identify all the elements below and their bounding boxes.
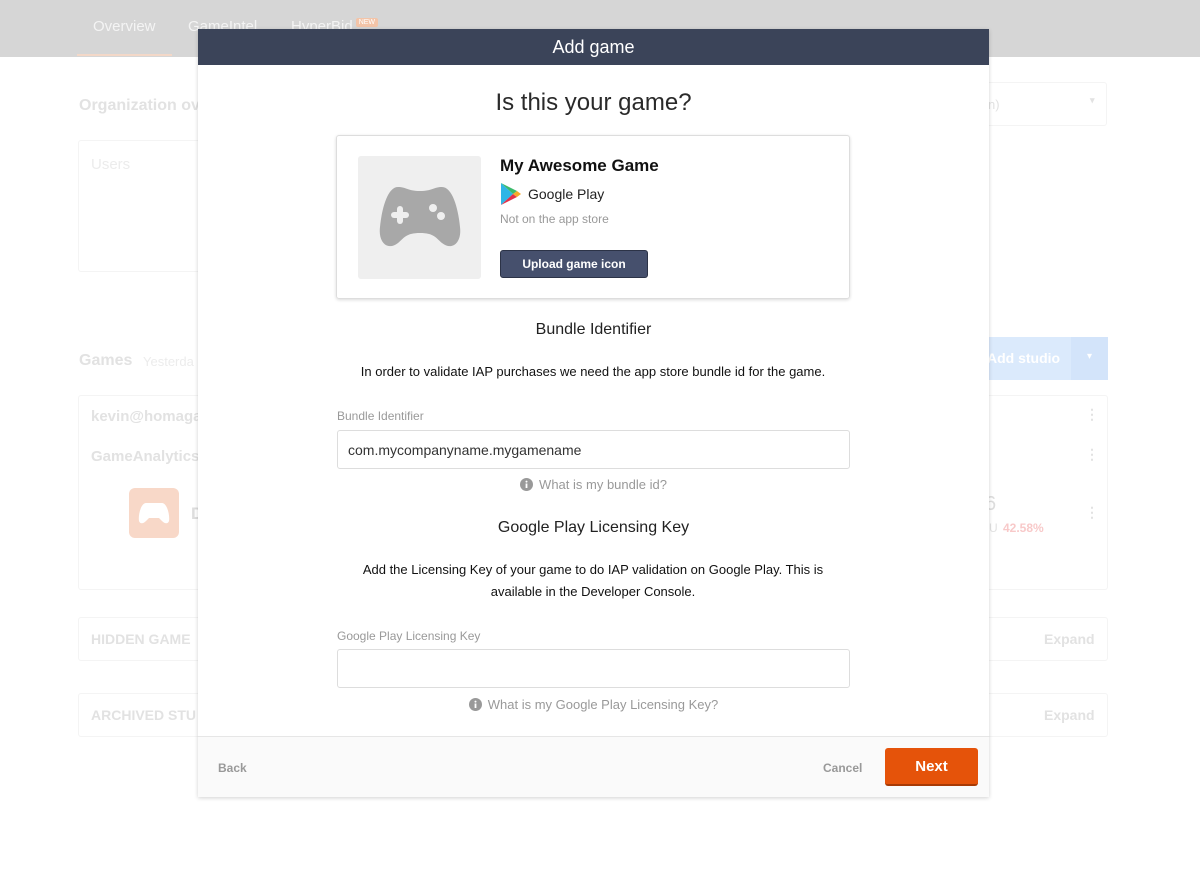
chevron-down-icon: ▾ [1090,95,1095,105]
game-icon [129,488,179,538]
new-badge: NEW [355,18,379,27]
modal-footer: Back Cancel Next [198,736,989,797]
store-status: Not on the app store [500,212,609,226]
bundle-help-text: What is my bundle id? [539,477,667,492]
bundle-section-title: Bundle Identifier [535,321,652,338]
game-name: My Awesome Game [500,156,659,175]
games-title: Games [79,352,133,369]
expand-button[interactable]: Expand [1044,707,1095,723]
upload-game-icon-button[interactable]: Upload game icon [500,250,648,278]
chevron-down-icon[interactable]: ▾ [1071,337,1108,380]
more-icon[interactable]: ⋮ [1085,406,1099,423]
store-name: Google Play [528,186,605,202]
more-icon[interactable]: ⋮ [1085,446,1099,463]
add-game-modal: Add game Is this your game? My Awesome G… [198,29,989,797]
archived-label: ARCHIVED STU [91,707,197,723]
metric-change: 42.58% [1003,521,1044,535]
info-icon [468,698,482,711]
hidden-games-label: HIDDEN GAME [91,631,191,647]
add-studio-button[interactable]: Add studio ▾ [985,337,1108,380]
org-title: Organization ov [79,97,200,114]
list-item[interactable]: GameAnalytics [91,448,199,465]
tab-overview[interactable]: Overview [77,18,172,56]
modal-title: Is this your game? [495,89,692,116]
back-button[interactable]: Back [218,761,247,775]
next-button[interactable]: Next [885,748,978,786]
more-icon[interactable]: ⋮ [1085,504,1099,521]
licensing-section-title: Google Play Licensing Key [497,519,690,536]
licensing-description: Add the Licensing Key of your game to do… [362,562,824,599]
licensing-help-text: What is my Google Play Licensing Key? [487,697,719,712]
game-card: My Awesome Game Google Play Not on the a… [336,135,850,299]
bundle-help-link[interactable]: What is my bundle id? [198,477,989,492]
users-card: Users [78,140,208,272]
expand-button[interactable]: Expand [1044,631,1095,647]
add-studio-label: Add studio [987,350,1061,366]
licensing-help-link[interactable]: What is my Google Play Licensing Key? [198,697,989,712]
date-select-value: n) [988,97,1000,112]
gamepad-icon [379,186,460,246]
licensing-key-input[interactable] [337,649,850,688]
users-label: Users [91,156,131,173]
date-select[interactable]: n) ▾ [985,82,1107,126]
google-play-icon [501,183,521,205]
game-icon-placeholder [358,156,481,279]
games-subtitle: Yesterda [143,354,194,369]
list-item[interactable]: kevin@homaga [91,408,202,425]
bundle-description: In order to validate IAP purchases we ne… [360,364,826,379]
info-icon [520,478,534,491]
modal-header: Add game [198,29,989,65]
cancel-button[interactable]: Cancel [823,761,862,775]
bundle-id-label: Bundle Identifier [337,409,424,423]
bundle-id-input[interactable] [337,430,850,469]
metric-label: U [989,521,998,535]
game-store: Google Play [500,182,604,206]
licensing-key-label: Google Play Licensing Key [337,629,481,643]
